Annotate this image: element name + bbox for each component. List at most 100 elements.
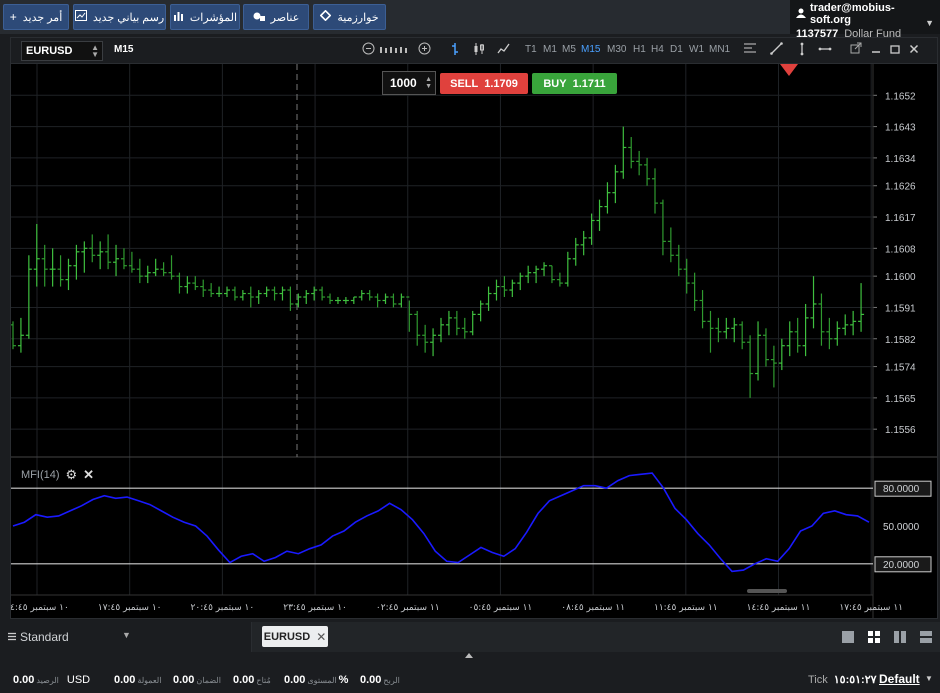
- chevron-down-icon[interactable]: ▼: [925, 18, 934, 28]
- plus-icon: +: [9, 10, 17, 24]
- tab-mn1[interactable]: MN1: [709, 44, 730, 55]
- workspace-select[interactable]: Standard ▼: [0, 622, 252, 652]
- popout-icon[interactable]: [848, 42, 864, 58]
- status-bar: 0.00 الرصيد USD 0.00 العمولة 0.00 الضمان…: [0, 660, 940, 693]
- layout-single-icon[interactable]: [841, 630, 855, 644]
- close-icon[interactable]: [906, 42, 922, 58]
- balance-value: 0.00: [13, 674, 35, 686]
- tab-m1[interactable]: M1: [543, 44, 557, 55]
- price-tick-label: 1.1574: [885, 363, 916, 374]
- time-tick-label: ١٠ سبتمبر ٢٠:٤٥: [191, 603, 255, 613]
- price-tick-label: 1.1634: [885, 154, 916, 165]
- free-margin-label: مُتاح: [256, 676, 271, 685]
- horizontal-lines-icon[interactable]: [742, 42, 758, 58]
- menu-icon: [8, 630, 16, 652]
- price-tick-label: 1.1626: [885, 182, 916, 193]
- tick-label: Tick: [808, 674, 828, 686]
- sell-price: 1.1709: [484, 77, 518, 90]
- layout-columns-icon[interactable]: [893, 630, 907, 644]
- price-tick-label: 1.1608: [885, 244, 916, 255]
- indicator-header: MFI(14) ⚙ ✕: [21, 467, 94, 483]
- current-price-marker: [780, 64, 798, 76]
- price-tick-label: 1.1643: [885, 123, 916, 134]
- chevron-down-icon: ▼: [122, 630, 131, 640]
- zoom-out-icon[interactable]: [360, 42, 376, 58]
- price-tick-label: 1.1652: [885, 91, 916, 102]
- account-user: trader@mobius-soft.org: [810, 2, 895, 26]
- time-tick-label: ١١ سبتمبر ١١:٤٥: [654, 603, 718, 613]
- panel-toggle-icon[interactable]: [465, 653, 473, 658]
- tab-d1[interactable]: D1: [670, 44, 683, 55]
- tab-h4[interactable]: H4: [651, 44, 664, 55]
- price-tick-label: 1.1600: [885, 272, 916, 283]
- zoom-slider[interactable]: [378, 42, 412, 58]
- tick-time: Tick ١٥:٥١:٢٧: [808, 673, 877, 686]
- symbol-select[interactable]: EURUSD ▲ ▼: [21, 41, 103, 61]
- close-icon[interactable]: ✕: [316, 630, 326, 644]
- vertical-line-icon[interactable]: [794, 42, 810, 58]
- chevron-down-icon: ▼: [925, 674, 933, 683]
- profit-label: الربح: [383, 676, 400, 685]
- tab-m30[interactable]: M30: [607, 44, 626, 55]
- price-tick-label: 1.1617: [885, 213, 916, 224]
- updown-icon: ▲ ▼: [425, 76, 432, 90]
- minimize-icon[interactable]: [868, 42, 884, 58]
- tab-m5[interactable]: M5: [562, 44, 576, 55]
- line-chart-icon[interactable]: [495, 42, 511, 58]
- updown-icon: ▲ ▼: [91, 43, 99, 59]
- objects-icon: [253, 10, 265, 24]
- zoom-in-icon[interactable]: [416, 42, 432, 58]
- tab-w1[interactable]: W1: [689, 44, 704, 55]
- profit-field: 0.00 الربح: [360, 674, 400, 686]
- chart-tab-label: EURUSD: [263, 630, 311, 643]
- new-order-label: أمر جديد: [22, 11, 63, 24]
- chart-tab-eurusd[interactable]: EURUSD ✕: [262, 626, 328, 647]
- margin-label: الضمان: [196, 676, 221, 685]
- tab-m15[interactable]: M15: [581, 44, 600, 55]
- gear-icon[interactable]: ⚙: [66, 467, 78, 483]
- tab-h1[interactable]: H1: [633, 44, 646, 55]
- layout-grid-icon[interactable]: [867, 630, 881, 644]
- sell-button[interactable]: SELL 1.1709: [440, 73, 528, 94]
- tab-t1[interactable]: T1: [525, 44, 537, 55]
- indicator-level-label: 20.0000: [883, 560, 920, 571]
- buy-label: BUY: [543, 77, 567, 90]
- algorithm-label: خوارزمية: [337, 11, 379, 24]
- level-label: المستوى: [307, 676, 337, 685]
- buy-button[interactable]: BUY 1.1711: [532, 73, 617, 94]
- sell-label: SELL: [450, 77, 479, 90]
- time-tick-label: ١٠ سبتمبر ١٤:٤٥: [11, 603, 69, 613]
- margin-field: 0.00 الضمان: [173, 674, 221, 686]
- algorithm-button[interactable]: خوارزمية: [313, 4, 386, 30]
- price-chart[interactable]: 1.1652 1.1643 1.1634 1.1626 1.1617 1.1608 1.16…: [11, 64, 937, 618]
- maximize-icon[interactable]: [887, 42, 903, 58]
- objects-button[interactable]: عناصر: [243, 4, 309, 30]
- indicator-label: MFI(14): [21, 469, 60, 481]
- bar-chart-type-icon[interactable]: [447, 42, 463, 58]
- trendline-icon[interactable]: [768, 42, 784, 58]
- account-info[interactable]: trader@mobius-soft.org 1137577 Dollar Fun…: [790, 0, 940, 40]
- indicator-level-label: 80.0000: [883, 484, 920, 495]
- horizontal-line-icon[interactable]: [817, 42, 833, 58]
- layout-rows-icon[interactable]: [919, 630, 933, 644]
- price-tick-label: 1.1556: [885, 425, 916, 436]
- profile-select[interactable]: Default ▼: [879, 672, 933, 686]
- new-order-button[interactable]: + أمر جديد: [3, 4, 69, 30]
- workspace-name: Standard: [20, 630, 69, 644]
- balance-field: 0.00 الرصيد USD: [13, 674, 90, 686]
- indicators-label: المؤشرات: [189, 11, 238, 24]
- indicators-button[interactable]: المؤشرات: [170, 4, 240, 30]
- close-icon[interactable]: ✕: [83, 467, 94, 483]
- objects-label: عناصر: [270, 11, 300, 24]
- commission-value: 0.00: [114, 674, 136, 686]
- price-tick-label: 1.1582: [885, 335, 916, 346]
- free-margin-value: 0.00: [233, 674, 255, 686]
- candlestick-icon[interactable]: [471, 42, 487, 58]
- quantity-value: 1000: [390, 76, 417, 90]
- new-chart-button[interactable]: رسم بياني جديد: [73, 4, 166, 30]
- user-icon: [796, 8, 806, 21]
- top-toolbar: + أمر جديد رسم بياني جديد المؤشرات عناصر…: [0, 0, 940, 40]
- new-chart-label: رسم بياني جديد: [92, 11, 165, 24]
- time-tick-label: ١١ سبتمبر ٠٨:٤٥: [561, 603, 625, 613]
- quantity-stepper[interactable]: 1000 ▲ ▼: [382, 71, 436, 95]
